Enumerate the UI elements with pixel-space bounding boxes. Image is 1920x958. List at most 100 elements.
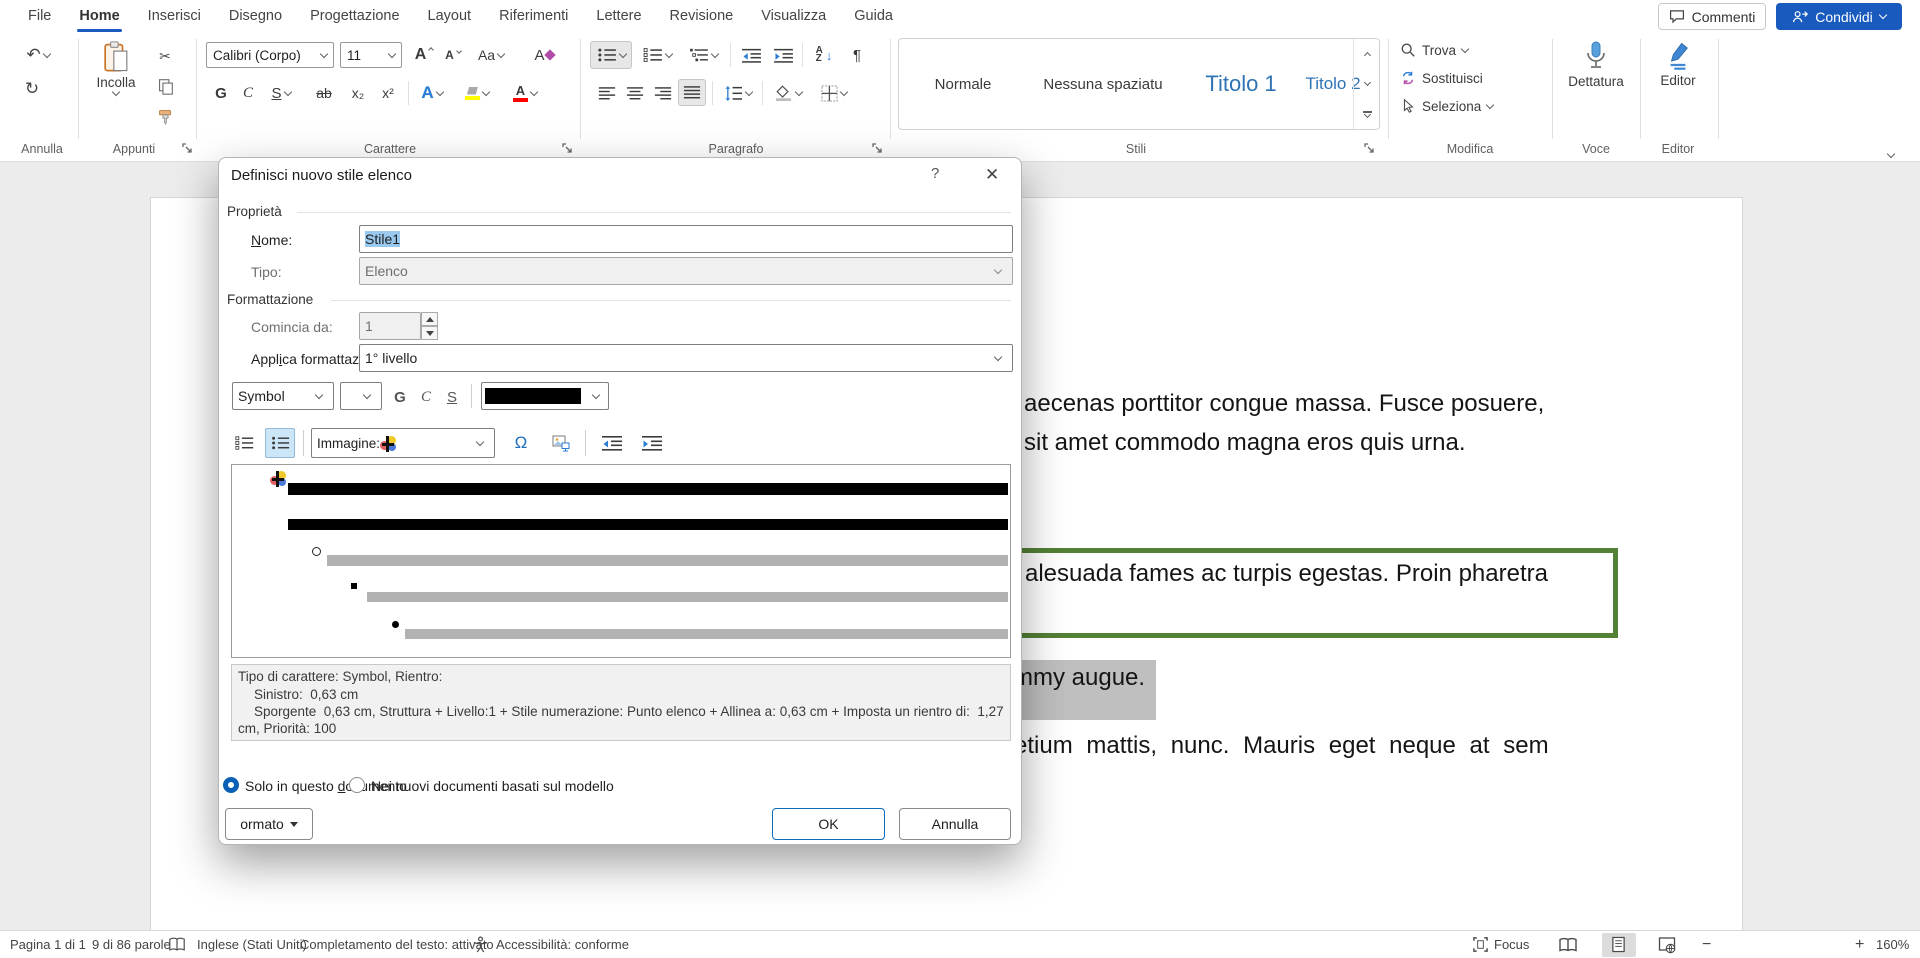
zoom-level[interactable]: 160% — [1876, 931, 1909, 958]
styles-gallery-up[interactable] — [1353, 39, 1380, 69]
style-nessuna-spaziatura[interactable]: Nessuna spaziatu — [1043, 39, 1162, 129]
select-button[interactable]: Seleziona — [1400, 98, 1493, 114]
proofing-icon[interactable] — [168, 936, 186, 958]
font-color-button[interactable]: A — [504, 80, 546, 106]
language-indicator[interactable]: Inglese (Stati Uniti) — [197, 931, 307, 958]
grow-font-button[interactable]: A — [410, 42, 438, 68]
italic-button[interactable]: C — [236, 80, 260, 106]
align-left-button[interactable] — [594, 80, 620, 106]
styles-gallery-more[interactable] — [1353, 99, 1380, 129]
tab-lettere[interactable]: Lettere — [582, 0, 655, 33]
collapse-ribbon-button[interactable] — [1888, 144, 1894, 162]
document-text-highlighted[interactable]: mmy augue. — [1013, 664, 1145, 692]
bullets-button[interactable] — [590, 41, 632, 69]
undo-button[interactable]: ↶ — [18, 42, 58, 68]
accessibility-status[interactable]: Accessibilità: conforme — [496, 931, 629, 958]
tab-inserisci[interactable]: Inserisci — [134, 0, 215, 33]
strikethrough-button[interactable]: ab — [308, 80, 340, 106]
page-indicator[interactable]: Pagina 1 di 1 — [10, 931, 86, 958]
copy-button[interactable] — [150, 74, 180, 98]
carattere-dialog-launcher[interactable] — [562, 143, 574, 155]
highlight-color-button[interactable] — [456, 80, 498, 106]
increase-indent-button[interactable] — [768, 42, 798, 68]
radio-only-this-document[interactable] — [223, 777, 239, 793]
close-icon[interactable]: ✕ — [985, 165, 999, 185]
line-spacing-button[interactable] — [718, 80, 758, 106]
radio-new-documents[interactable] — [349, 777, 365, 793]
tab-revisione[interactable]: Revisione — [656, 0, 748, 33]
document-text-line[interactable]: sit amet commodo magna eros quis urna. — [1024, 429, 1466, 457]
align-right-button[interactable] — [650, 80, 676, 106]
word-count[interactable]: 9 di 86 parole — [92, 931, 171, 958]
appunti-dialog-launcher[interactable] — [182, 143, 194, 155]
radio-new-documents-label[interactable]: Nei nuovi documenti basati sul modello — [371, 778, 614, 794]
zoom-out-button[interactable]: − — [1702, 931, 1711, 958]
underline-button[interactable]: S — [262, 80, 300, 106]
tab-layout[interactable]: Layout — [414, 0, 486, 33]
tab-file[interactable]: File — [14, 0, 65, 33]
find-button[interactable]: Trova — [1400, 42, 1468, 58]
show-paragraph-marks-button[interactable]: ¶ — [844, 42, 870, 68]
text-completion-indicator[interactable]: Completamento del testo: attivato — [300, 931, 494, 958]
style-normale[interactable]: Normale — [935, 39, 992, 129]
share-button[interactable]: Condividi — [1776, 3, 1902, 30]
bullet-size-combo[interactable] — [340, 382, 382, 410]
styles-gallery-down[interactable] — [1353, 69, 1380, 99]
editor-button[interactable]: Editor — [1652, 40, 1704, 88]
shading-button[interactable] — [768, 80, 808, 106]
zoom-in-button[interactable]: + — [1855, 931, 1864, 958]
font-size-combo[interactable]: 11 — [340, 42, 402, 68]
shrink-font-button[interactable]: A — [440, 42, 466, 68]
align-center-button[interactable] — [622, 80, 648, 106]
cancel-button[interactable]: Annulla — [899, 808, 1011, 840]
dialog-increase-indent-button[interactable] — [635, 428, 669, 458]
spinner-down-button[interactable] — [421, 326, 438, 340]
print-layout-button[interactable] — [1602, 933, 1636, 957]
symbol-button[interactable]: Ω — [505, 428, 537, 458]
dialog-italic-button[interactable]: C — [415, 384, 437, 410]
picture-button[interactable] — [545, 428, 577, 458]
accessibility-icon[interactable] — [472, 936, 489, 958]
stili-dialog-launcher[interactable] — [1364, 143, 1376, 155]
dialog-bold-button[interactable]: G — [388, 384, 412, 410]
read-mode-button[interactable] — [1558, 937, 1578, 958]
superscript-button[interactable]: x² — [374, 80, 402, 106]
document-text-border-box[interactable]: alesuada fames ac turpis egestas. Proin … — [1000, 548, 1618, 638]
focus-mode-button[interactable]: Focus — [1494, 931, 1529, 958]
bullet-color-combo[interactable] — [481, 382, 609, 410]
tab-riferimenti[interactable]: Riferimenti — [485, 0, 582, 33]
dictate-button[interactable]: Dettatura — [1566, 40, 1626, 89]
decrease-indent-button[interactable] — [736, 42, 766, 68]
dialog-underline-button[interactable]: S — [440, 384, 464, 410]
name-input[interactable]: Stile1 — [359, 225, 1013, 253]
numbering-button[interactable] — [636, 41, 678, 69]
bold-button[interactable]: G — [208, 80, 234, 106]
ok-button[interactable]: OK — [772, 808, 885, 840]
bullet-image-combo[interactable]: Immagine: — [311, 428, 495, 458]
redo-button[interactable]: ↻ — [18, 76, 46, 102]
comments-button[interactable]: Commenti — [1658, 3, 1766, 30]
apply-to-combo[interactable]: 1° livello — [359, 344, 1013, 372]
borders-button[interactable] — [812, 80, 856, 106]
paste-button[interactable]: Incolla — [86, 40, 146, 95]
clear-formatting-button[interactable]: A — [526, 42, 562, 68]
subscript-button[interactable]: x₂ — [344, 80, 372, 106]
tab-home[interactable]: Home — [65, 0, 133, 33]
bullet-font-combo[interactable]: Symbol — [232, 382, 334, 410]
dialog-numbering-button[interactable] — [229, 428, 259, 458]
sort-button[interactable]: AZ ↓ — [806, 42, 842, 68]
web-layout-button[interactable] — [1658, 936, 1676, 958]
format-painter-button[interactable] — [150, 104, 180, 128]
format-menu-button[interactable]: oFrmato — [225, 808, 313, 840]
cut-button[interactable]: ✂ — [150, 44, 180, 68]
tab-progettazione[interactable]: Progettazione — [296, 0, 413, 33]
focus-icon[interactable] — [1472, 936, 1489, 958]
document-text-line[interactable]: etium mattis, nunc. Mauris eget neque at… — [1014, 732, 1549, 760]
tab-guida[interactable]: Guida — [840, 0, 907, 33]
font-name-combo[interactable]: Calibri (Corpo) — [206, 42, 334, 68]
tab-visualizza[interactable]: Visualizza — [747, 0, 840, 33]
document-text-line[interactable]: aecenas porttitor congue massa. Fusce po… — [1024, 390, 1544, 418]
spinner-up-button[interactable] — [421, 312, 438, 326]
multilevel-list-button[interactable] — [682, 41, 724, 69]
tab-disegno[interactable]: Disegno — [215, 0, 296, 33]
